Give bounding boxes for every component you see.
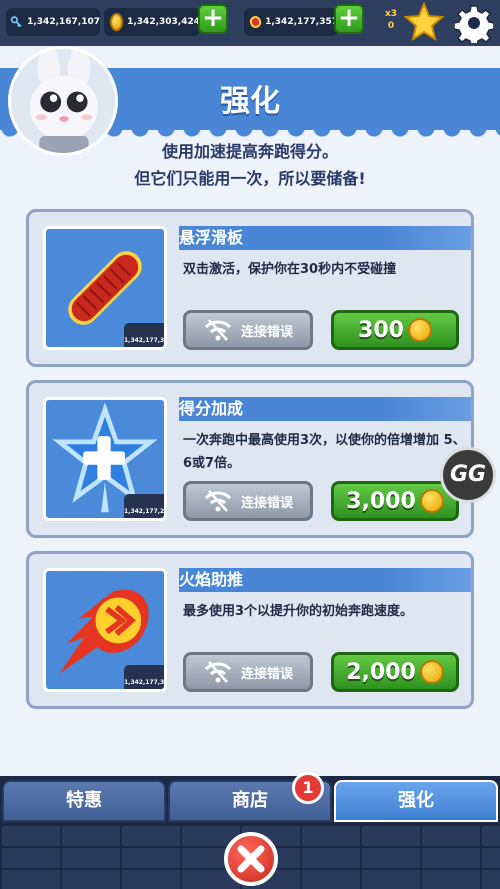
buy-coins-button[interactable]: + [198, 4, 228, 34]
tab-deals[interactable]: 特惠 [2, 780, 166, 822]
connection-error-label: 连接错误 [240, 666, 293, 682]
connection-error-label: 连接错误 [240, 495, 293, 511]
keys-counter: 1,342,167,107 [6, 8, 100, 36]
multiplier-indicator: x3 0 [382, 8, 400, 32]
owned-count: 1,342,177,357 [124, 323, 164, 347]
currency-bar: 1,342,167,107 1,342,303,424 + 1,342,177,… [0, 0, 500, 46]
item-description: 一次奔跑中最高使用3次，以使你的倍增增加 5、6或7倍。 [183, 433, 466, 471]
gg-floating-button[interactable]: GG [440, 447, 496, 503]
price: 2,000 [346, 659, 416, 685]
multiplier-bottom: 0 [387, 21, 395, 31]
connection-error-button[interactable]: 连接错误 [183, 310, 313, 350]
buy-button[interactable]: 300 [331, 310, 459, 350]
item-description: 最多使用3个以提升你的初始奔跑速度。 [183, 604, 414, 619]
wifi-off-icon [204, 319, 232, 341]
buy-button[interactable]: 2,000 [331, 652, 459, 692]
boards-counter: 1,342,177,357 [244, 8, 338, 36]
powerup-card-headstart: 1,342,177,336 火焰助推 最多使用3个以提升你的初始奔跑速度。 连接… [26, 551, 474, 709]
buy-button[interactable]: 3,000 [331, 481, 459, 521]
item-image: 1,342,177,213 [43, 397, 167, 521]
close-icon [237, 845, 265, 873]
coin-icon [419, 489, 444, 513]
item-name: 得分加成 [179, 399, 244, 418]
owned-count: 1,342,177,213 [124, 494, 164, 518]
item-image: 1,342,177,357 [43, 226, 167, 350]
powerup-card-score-booster: 1,342,177,213 得分加成 一次奔跑中最高使用3次，以使你的倍增增加 … [26, 380, 474, 538]
page-title: 强化 [220, 84, 280, 119]
item-description: 双击激活，保护你在30秒内不受碰撞 [183, 262, 397, 277]
intro-line-1: 使用加速提高奔跑得分。 [161, 142, 338, 161]
gear-icon[interactable] [454, 3, 494, 43]
intro-text: 使用加速提高奔跑得分。 但它们只能用一次，所以要储备! [40, 138, 460, 192]
wifi-off-icon [204, 661, 232, 683]
item-name: 火焰助推 [179, 570, 244, 589]
bottom-tabs: 特惠 商店 强化 [0, 776, 500, 824]
connection-error-label: 连接错误 [240, 324, 293, 340]
shop-notification-badge: 1 [292, 772, 324, 804]
item-image: 1,342,177,336 [43, 568, 167, 692]
owned-count: 1,342,177,336 [124, 665, 164, 689]
intro-line-2: 但它们只能用一次，所以要储备! [134, 169, 366, 188]
hoverboard-icon [248, 14, 263, 30]
boards-value: 1,342,177,357 [265, 17, 338, 27]
star-icon[interactable] [404, 2, 444, 42]
buy-boards-button[interactable]: + [334, 4, 364, 34]
wifi-off-icon [204, 490, 232, 512]
coins-value: 1,342,303,424 [127, 17, 200, 27]
keys-value: 1,342,167,107 [27, 17, 100, 27]
coins-counter: 1,342,303,424 [104, 8, 200, 36]
price: 300 [358, 317, 404, 343]
coin-icon [419, 660, 444, 684]
coin-icon [110, 13, 124, 31]
coin-icon [407, 318, 432, 342]
key-icon [10, 16, 22, 27]
powerup-card-hoverboard: 1,342,177,357 悬浮滑板 双击激活，保护你在30秒内不受碰撞 连接错… [26, 209, 474, 367]
tab-powerups[interactable]: 强化 [334, 780, 498, 822]
connection-error-button[interactable]: 连接错误 [183, 481, 313, 521]
connection-error-button[interactable]: 连接错误 [183, 652, 313, 692]
item-name: 悬浮滑板 [179, 228, 244, 247]
price: 3,000 [346, 488, 416, 514]
multiplier-top: x3 [384, 9, 398, 19]
close-button[interactable] [224, 832, 278, 886]
